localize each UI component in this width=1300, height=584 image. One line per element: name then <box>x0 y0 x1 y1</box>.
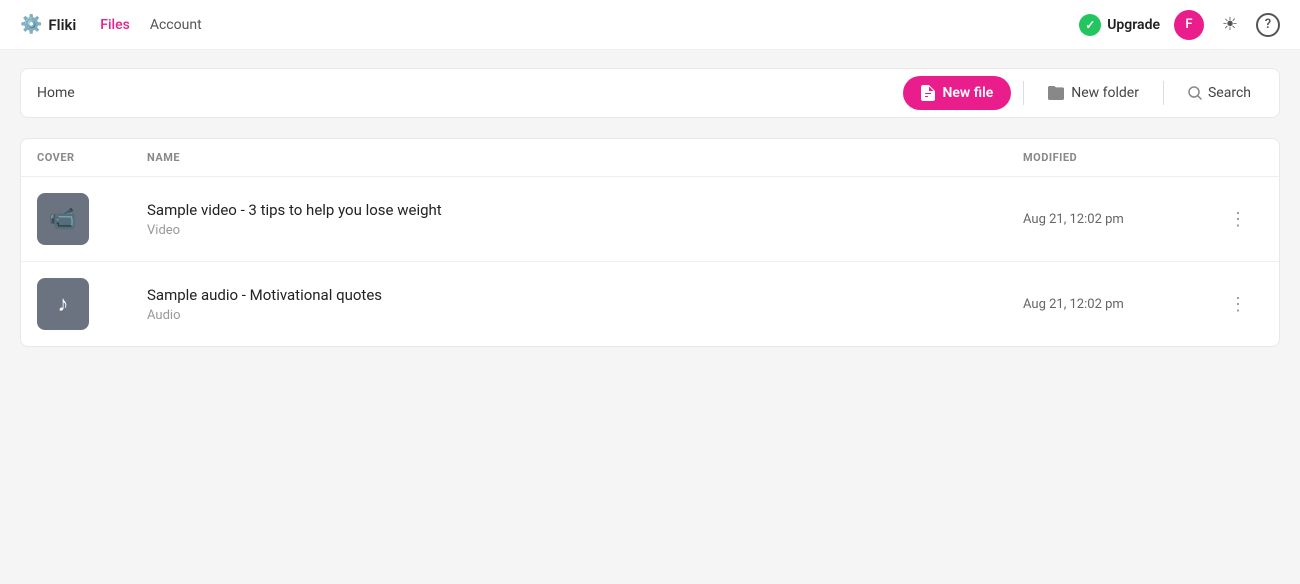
help-icon[interactable]: ? <box>1256 13 1280 37</box>
nav-link-files[interactable]: Files <box>100 17 130 33</box>
toolbar-actions: New file New folder Search <box>903 76 1263 110</box>
file-name-2: Sample audio - Motivational quotes <box>147 286 1023 304</box>
file-cover-video: 📹 <box>37 193 89 245</box>
upgrade-label: Upgrade <box>1107 17 1160 33</box>
header-modified: MODIFIED <box>1023 151 1223 164</box>
search-icon <box>1188 86 1202 100</box>
file-modified-1: Aug 21, 12:02 pm <box>1023 212 1223 227</box>
brand-name: Fliki <box>48 16 76 34</box>
folder-icon <box>1048 86 1064 100</box>
navbar: ⚙️ Fliki Files Account ✓ Upgrade F ☀ ? <box>0 0 1300 50</box>
file-table: COVER NAME MODIFIED 📹 Sample video - 3 t… <box>20 138 1280 347</box>
header-cover: COVER <box>37 151 147 164</box>
breadcrumb: Home <box>37 85 903 101</box>
gear-icon: ⚙️ <box>20 14 42 35</box>
file-type-2: Audio <box>147 308 1023 323</box>
avatar[interactable]: F <box>1174 10 1204 40</box>
upgrade-button[interactable]: ✓ Upgrade <box>1079 14 1160 36</box>
file-cover-audio: ♪ <box>37 278 89 330</box>
navbar-right: ✓ Upgrade F ☀ ? <box>1079 10 1280 40</box>
upgrade-check-icon: ✓ <box>1079 14 1101 36</box>
file-menu-2[interactable]: ⋮ <box>1223 289 1253 319</box>
new-folder-label: New folder <box>1071 85 1139 101</box>
toolbar-divider <box>1023 81 1024 105</box>
header-name: NAME <box>147 151 1023 164</box>
file-menu-1[interactable]: ⋮ <box>1223 204 1253 234</box>
table-row: 📹 Sample video - 3 tips to help you lose… <box>21 177 1279 262</box>
search-button[interactable]: Search <box>1176 77 1263 109</box>
nav-links: Files Account <box>100 17 201 33</box>
new-file-label: New file <box>942 85 993 101</box>
file-type-1: Video <box>147 223 1023 238</box>
file-info-1: Sample video - 3 tips to help you lose w… <box>147 201 1023 238</box>
toolbar-divider2 <box>1163 81 1164 105</box>
file-modified-2: Aug 21, 12:02 pm <box>1023 297 1223 312</box>
main-content: Home New file New folder <box>0 50 1300 365</box>
toolbar: Home New file New folder <box>20 68 1280 118</box>
new-file-button[interactable]: New file <box>903 76 1011 110</box>
header-actions <box>1223 151 1263 164</box>
table-header: COVER NAME MODIFIED <box>21 139 1279 177</box>
new-folder-button[interactable]: New folder <box>1036 77 1151 109</box>
theme-toggle-icon[interactable]: ☀ <box>1218 13 1242 37</box>
search-label: Search <box>1208 85 1251 101</box>
file-name-1: Sample video - 3 tips to help you lose w… <box>147 201 1023 219</box>
brand-logo[interactable]: ⚙️ Fliki <box>20 14 76 35</box>
nav-link-account[interactable]: Account <box>150 17 202 33</box>
file-icon <box>921 85 935 101</box>
table-row: ♪ Sample audio - Motivational quotes Aud… <box>21 262 1279 346</box>
file-info-2: Sample audio - Motivational quotes Audio <box>147 286 1023 323</box>
